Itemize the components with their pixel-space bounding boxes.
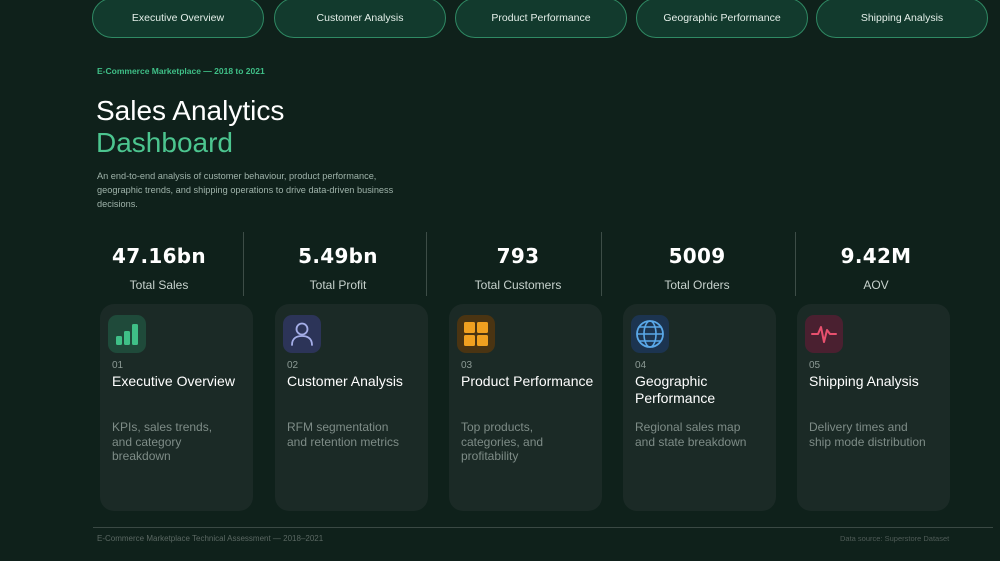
- card-executive-overview[interactable]: 01 Executive Overview KPIs, sales trends…: [100, 304, 253, 511]
- kpi-divider: [601, 232, 602, 296]
- tab-geographic-performance[interactable]: Geographic Performance: [636, 0, 808, 38]
- kpi-divider: [243, 232, 244, 296]
- card-number: 01: [112, 360, 124, 371]
- kpi-aov: 9.42M AOV: [786, 232, 966, 296]
- card-number: 02: [287, 360, 299, 371]
- kpi-value: 793: [496, 244, 540, 268]
- top-navigation: Executive Overview Customer Analysis Pro…: [92, 0, 992, 40]
- kpi-row: 47.16bn Total Sales 5.49bn Total Profit …: [70, 232, 970, 296]
- card-description: Delivery times and ship mode distributio…: [809, 420, 926, 449]
- card-number: 05: [809, 360, 821, 371]
- page-subtitle: E-Commerce Marketplace — 2018 to 2021: [97, 66, 265, 76]
- footer-divider: [93, 527, 993, 528]
- kpi-value: 5.49bn: [298, 244, 378, 268]
- page-description: An end-to-end analysis of customer behav…: [97, 171, 394, 209]
- kpi-total-orders: 5009 Total Orders: [608, 232, 786, 296]
- tab-executive-overview[interactable]: Executive Overview: [92, 0, 264, 38]
- card-description: Regional sales map and state breakdown: [635, 420, 747, 449]
- card-shipping-analysis[interactable]: 05 Shipping Analysis Delivery times and …: [797, 304, 950, 511]
- kpi-total-profit: 5.49bn Total Profit: [248, 232, 428, 296]
- card-description: KPIs, sales trends, and category breakdo…: [112, 420, 213, 463]
- kpi-label: AOV: [863, 278, 889, 292]
- tab-shipping-analysis[interactable]: Shipping Analysis: [816, 0, 988, 38]
- bar-chart-icon: [108, 315, 146, 353]
- card-title: Geographic Performance: [635, 373, 716, 406]
- kpi-divider: [426, 232, 427, 296]
- card-geographic-performance[interactable]: 04 Geographic Performance Regional sales…: [623, 304, 776, 511]
- card-customer-analysis[interactable]: 02 Customer Analysis RFM segmentation an…: [275, 304, 428, 511]
- kpi-value: 47.16bn: [112, 244, 206, 268]
- card-title: Executive Overview: [112, 373, 235, 389]
- kpi-label: Total Customers: [474, 278, 562, 292]
- kpi-total-customers: 793 Total Customers: [428, 232, 608, 296]
- kpi-label: Total Profit: [309, 278, 367, 292]
- kpi-label: Total Sales: [129, 278, 189, 292]
- card-description: RFM segmentation and retention metrics: [287, 420, 400, 449]
- card-title: Shipping Analysis: [809, 373, 919, 389]
- tab-customer-analysis[interactable]: Customer Analysis: [274, 0, 446, 38]
- card-number: 03: [461, 360, 473, 371]
- footer-text: E-Commerce Marketplace Technical Assessm…: [97, 534, 324, 543]
- kpi-label: Total Orders: [664, 278, 730, 292]
- card-title: Product Performance: [461, 373, 594, 389]
- page-title: Sales Analytics: [96, 95, 285, 126]
- page-title-accent: Dashboard: [96, 127, 233, 158]
- pulse-icon: [805, 315, 843, 353]
- tab-product-performance[interactable]: Product Performance: [455, 0, 627, 38]
- card-number: 04: [635, 360, 647, 371]
- grid-icon: [457, 315, 495, 353]
- person-icon: [283, 315, 321, 353]
- globe-icon: [631, 315, 669, 353]
- footer-data-source: Data source: Superstore Dataset: [840, 534, 950, 543]
- card-title: Customer Analysis: [287, 373, 403, 389]
- card-product-performance[interactable]: 03 Product Performance Top products, cat…: [449, 304, 602, 511]
- kpi-value: 9.42M: [840, 244, 912, 268]
- kpi-value: 5009: [668, 244, 726, 268]
- card-description: Top products, categories, and profitabil…: [461, 420, 544, 463]
- kpi-total-sales: 47.16bn Total Sales: [70, 232, 248, 296]
